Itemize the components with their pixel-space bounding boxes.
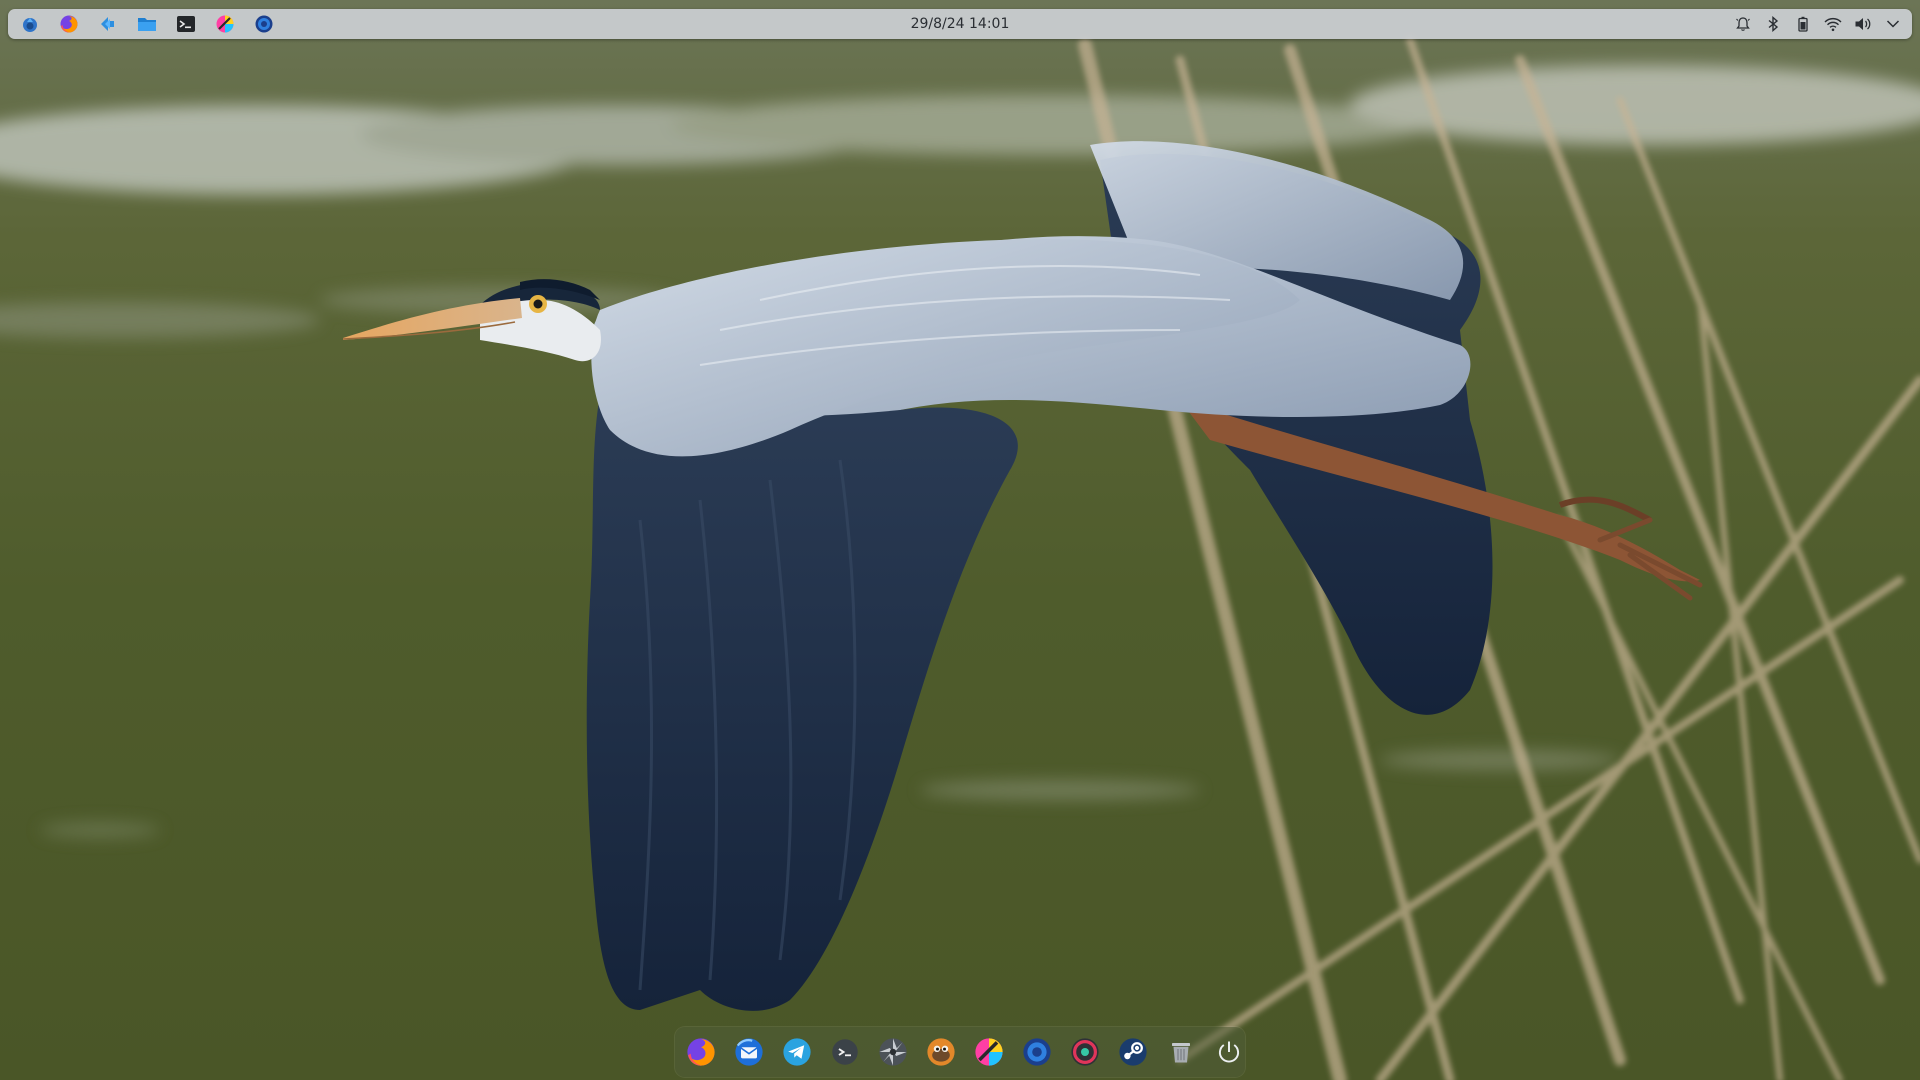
clock-datetime[interactable]: 29/8/24 14:01 (911, 16, 1010, 32)
bluetooth-icon[interactable] (1762, 12, 1784, 36)
desktop-wallpaper-heron (0, 0, 1920, 1080)
firefox-icon[interactable] (684, 1035, 718, 1069)
color-app-icon[interactable] (972, 1035, 1006, 1069)
power-icon[interactable] (1212, 1035, 1246, 1069)
wifi-icon[interactable] (1822, 12, 1844, 36)
aperture-app-icon[interactable] (876, 1035, 910, 1069)
gimp-icon[interactable] (924, 1035, 958, 1069)
system-tray (1732, 9, 1904, 39)
record-app-icon[interactable] (1068, 1035, 1102, 1069)
battery-icon[interactable] (1792, 12, 1814, 36)
dock (675, 1027, 1245, 1077)
thunderbird-icon[interactable] (732, 1035, 766, 1069)
expand-tray-chevron-icon[interactable] (1882, 12, 1904, 36)
panel-clock-area: 29/8/24 14:01 (8, 9, 1912, 39)
terminal-icon[interactable] (828, 1035, 862, 1069)
telegram-icon[interactable] (780, 1035, 814, 1069)
trash-icon[interactable] (1164, 1035, 1198, 1069)
dock-items (684, 1027, 1246, 1077)
steam-icon[interactable] (1116, 1035, 1150, 1069)
top-panel: 29/8/24 14:01 (8, 9, 1912, 39)
blue-circle-app-icon[interactable] (1020, 1035, 1054, 1069)
volume-icon[interactable] (1852, 12, 1874, 36)
notifications-icon[interactable] (1732, 12, 1754, 36)
